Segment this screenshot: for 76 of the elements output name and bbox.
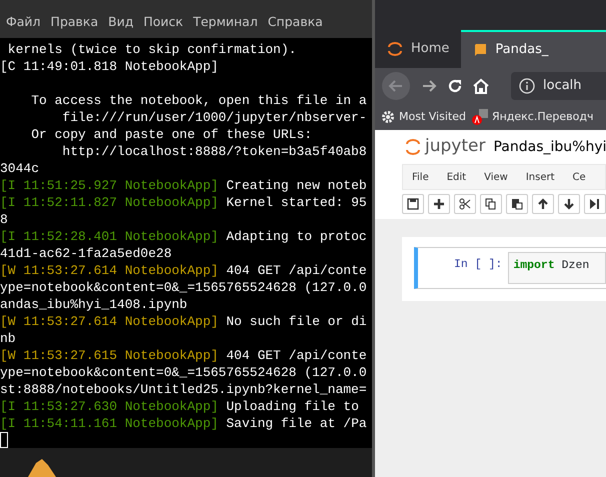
log-prefix: [I 11:53:27.630 NotebookApp] — [0, 399, 218, 414]
toolbar-button[interactable] — [532, 194, 554, 214]
reload-icon[interactable] — [447, 78, 463, 94]
paste-icon — [511, 198, 523, 210]
log-prefix: [W 11:53:27.614 NotebookApp] — [0, 263, 218, 278]
settings-icon — [381, 110, 395, 124]
browser-tab[interactable]: Pandas_ — [461, 30, 606, 68]
toolbar-button[interactable] — [402, 194, 424, 214]
log-prefix: [I 11:54:11.161 NotebookApp] — [0, 416, 218, 431]
log-prefix: [W 11:53:27.614 NotebookApp] — [0, 314, 218, 329]
terminal-line: 3044c — [0, 161, 40, 176]
terminal-line: ype=notebook&content=0&_=1565765524628 (127.0.0 — [0, 365, 367, 380]
log-message: Adapting to protoc — [226, 229, 367, 244]
menu-item[interactable]: Справка — [266, 13, 331, 32]
log-prefix: [W 11:53:27.615 NotebookApp] — [0, 348, 218, 363]
menu-item[interactable]: View — [475, 170, 517, 184]
run-icon — [589, 198, 601, 210]
terminal-line: andas_ibu%hyi_1408.ipynb — [0, 297, 188, 312]
terminal-line: kernels (twice to skip confirmation). — [6, 42, 296, 57]
terminal-line: ype=notebook&content=0&_=1565765524628 (127.0.0 — [0, 280, 367, 295]
text-cursor — [0, 432, 8, 448]
arrow-up-icon — [537, 198, 549, 210]
notebook-title[interactable]: Pandas_ibu%hyi — [493, 136, 606, 158]
menu-item[interactable]: Терминал — [191, 13, 266, 32]
browser-tab[interactable]: Home — [375, 30, 462, 68]
plus-icon — [433, 198, 445, 210]
home-icon[interactable] — [473, 78, 489, 94]
log-message: Saving file at /Pa — [226, 416, 367, 431]
cut-icon — [459, 198, 471, 210]
menu-item[interactable]: Ce — [564, 170, 595, 184]
toolbar-button[interactable] — [584, 194, 606, 214]
terminal-line: 8 — [0, 212, 8, 227]
jupyter-logo-icon — [405, 138, 421, 156]
log-message: 404 GET /api/conte — [226, 263, 367, 278]
terminal-line: 41d1-ac62-1fa2a5ed0e28 — [0, 246, 172, 261]
menu-item[interactable]: File — [403, 170, 438, 184]
menu-item[interactable]: Правка — [48, 13, 106, 32]
cell-prompt: In [ ]: — [453, 257, 504, 273]
arrow-down-icon — [563, 198, 575, 210]
menu-item[interactable]: Edit — [438, 170, 476, 184]
log-prefix: [I 11:52:11.827 NotebookApp] — [0, 195, 218, 210]
save-icon — [407, 198, 419, 210]
log-message: Kernel started: 95 — [226, 195, 367, 210]
terminal-line: To access the notebook, open this file in a — [30, 93, 367, 108]
toolbar-button[interactable] — [480, 194, 502, 214]
toolbar-button[interactable] — [454, 194, 476, 214]
bookmark-item[interactable]: Most Visited — [381, 108, 466, 126]
terminal-line: [C 11:49:01.818 NotebookApp] — [0, 59, 218, 74]
log-message: 404 GET /api/conte — [226, 348, 367, 363]
logo-text: jupyter — [425, 135, 486, 158]
menu-item[interactable]: Вид — [106, 13, 142, 32]
log-prefix: [I 11:52:28.401 NotebookApp] — [0, 229, 218, 244]
code-cell[interactable]: In [ ]: import Dzen — [414, 247, 606, 289]
log-prefix: [I 11:51:25.927 NotebookApp] — [0, 178, 218, 193]
terminal-line: file:///run/user/1000/jupyter/nbserver- — [61, 110, 367, 125]
toolbar-button[interactable] — [558, 194, 580, 214]
log-message: Creating new noteb — [226, 178, 367, 193]
log-message: Uploading file to — [226, 399, 359, 414]
info-icon — [519, 78, 535, 94]
menu-item[interactable]: Insert — [516, 170, 564, 184]
forward-icon[interactable] — [421, 79, 437, 93]
jupyter-logo-icon — [387, 42, 403, 56]
menu-item[interactable]: Файл — [4, 13, 49, 32]
translate-icon — [472, 109, 488, 125]
terminal-line: st:8888/notebooks/Untitled25.ipynb?kernel_name= — [0, 382, 367, 397]
terminal-line: Or copy and paste one of these URLs: — [30, 127, 312, 142]
copy-icon — [485, 198, 497, 210]
terminal-line: http://localhost:8888/?token=b3a5f40ab8 — [61, 144, 367, 159]
toolbar-button[interactable] — [428, 194, 450, 214]
log-message: No such file or di — [226, 314, 367, 329]
bookmark-item[interactable]: Яндекс.Переводч — [472, 108, 594, 126]
toolbar-button[interactable] — [506, 194, 528, 214]
code-input[interactable]: import Dzen — [508, 252, 606, 284]
menu-item[interactable]: Поиск — [141, 13, 192, 32]
terminal-line: nb — [0, 331, 16, 346]
address-bar[interactable]: localh — [511, 72, 606, 100]
